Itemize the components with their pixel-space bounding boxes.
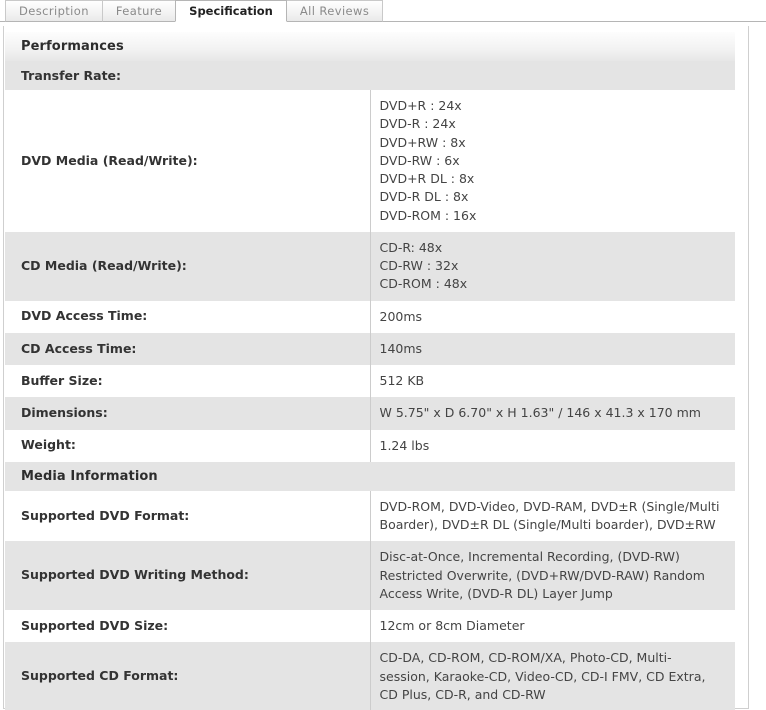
tab-specification[interactable]: Specification bbox=[175, 0, 287, 22]
spec-row: CD Access Time: 140ms bbox=[5, 332, 735, 365]
spec-label-cd-access-time: CD Access Time: bbox=[5, 332, 371, 365]
spec-label-dvd-access-time: DVD Access Time: bbox=[5, 300, 371, 333]
spec-value-text: DVD-ROM, DVD-Video, DVD-RAM, DVD±R (Sing… bbox=[379, 498, 720, 532]
section-header-row: Performances bbox=[5, 32, 735, 61]
spec-value-supported-dvd-writing-method: Disc-at-Once, Incremental Recording, (DV… bbox=[370, 541, 735, 610]
spec-label-dvd-media-read-write: DVD Media (Read/Write): bbox=[5, 90, 371, 232]
spec-label-cd-media-read-write: CD Media (Read/Write): bbox=[5, 231, 371, 301]
spec-value-dvd-media-read-write: DVD+R : 24x DVD-R : 24x DVD+RW : 8x DVD-… bbox=[370, 90, 735, 232]
spec-label-buffer-size: Buffer Size: bbox=[5, 365, 371, 398]
spec-value-text: 200ms bbox=[379, 308, 423, 324]
spec-row: Buffer Size: 512 KB bbox=[5, 365, 735, 398]
spec-value-text: W 5.75" x D 6.70" x H 1.63" / 146 x 41.3… bbox=[379, 405, 701, 421]
spec-value-text: Disc-at-Once, Incremental Recording, (DV… bbox=[379, 549, 705, 601]
spec-value-text: 512 KB bbox=[379, 373, 425, 388]
spec-value-cd-access-time: 140ms bbox=[370, 332, 735, 365]
product-tabs: Description Feature Specification All Revie… bbox=[0, 0, 766, 22]
spec-row: CD Media (Read/Write): CD-R: 48x CD-RW : … bbox=[5, 231, 735, 301]
spec-value-text: DVD+R : 24x DVD-R : 24x DVD+RW : 8x DVD-… bbox=[379, 98, 477, 223]
specification-panel-body: Performances Transfer Rate: DVD Media (Rea… bbox=[4, 26, 748, 710]
spec-value-text: 140ms bbox=[379, 340, 423, 356]
spec-label-supported-dvd-format: Supported DVD Format: bbox=[5, 490, 371, 542]
spec-label-weight: Weight: bbox=[5, 429, 371, 462]
spec-label-supported-dvd-size: Supported DVD Size: bbox=[5, 610, 371, 643]
spec-value-supported-dvd-size: 12cm or 8cm Diameter bbox=[370, 610, 735, 643]
spec-value-text: 12cm or 8cm Diameter bbox=[379, 618, 525, 633]
spec-value-supported-cd-format: CD-DA, CD-ROM, CD-ROM/XA, Photo-CD, Mult… bbox=[370, 642, 735, 710]
section-title-performances: Performances bbox=[5, 32, 735, 61]
spec-row: Supported DVD Size: 12cm or 8cm Diameter bbox=[5, 610, 735, 643]
tab-feature[interactable]: Feature bbox=[101, 0, 177, 22]
spec-value-text: CD-DA, CD-ROM, CD-ROM/XA, Photo-CD, Mult… bbox=[379, 650, 706, 702]
specification-panel: Performances Transfer Rate: DVD Media (Rea… bbox=[3, 26, 749, 710]
spec-value-buffer-size: 512 KB bbox=[370, 365, 735, 398]
spec-row: Dimensions: W 5.75" x D 6.70" x H 1.63" /… bbox=[5, 397, 735, 430]
spec-row: Weight: 1.24 lbs bbox=[5, 429, 735, 462]
spec-row: Supported DVD Writing Method: Disc-at-Onc… bbox=[5, 541, 735, 610]
section-header-row: Media Information bbox=[5, 461, 735, 491]
section-title-media-information: Media Information bbox=[5, 461, 735, 491]
spec-label-supported-cd-format: Supported CD Format: bbox=[5, 642, 371, 710]
spec-row: Supported DVD Format: DVD-ROM, DVD-Video,… bbox=[5, 490, 735, 542]
spec-value-text: 1.24 lbs bbox=[379, 437, 430, 453]
spec-row: Supported CD Format: CD-DA, CD-ROM, CD-RO… bbox=[5, 642, 735, 710]
subsection-title-transfer-rate: Transfer Rate: bbox=[5, 61, 735, 90]
tab-description[interactable]: Description bbox=[5, 0, 103, 22]
specification-table: Performances Transfer Rate: DVD Media (Rea… bbox=[5, 32, 735, 710]
spec-row: DVD Media (Read/Write): DVD+R : 24x DVD-R… bbox=[5, 90, 735, 232]
spec-value-supported-dvd-format: DVD-ROM, DVD-Video, DVD-RAM, DVD±R (Sing… bbox=[370, 490, 735, 542]
spec-row: DVD Access Time: 200ms bbox=[5, 300, 735, 333]
spec-value-dimensions: W 5.75" x D 6.70" x H 1.63" / 146 x 41.3… bbox=[370, 397, 735, 430]
tab-all-reviews[interactable]: All Reviews bbox=[285, 0, 384, 22]
spec-label-dimensions: Dimensions: bbox=[5, 397, 371, 430]
spec-value-weight: 1.24 lbs bbox=[370, 429, 735, 462]
spec-value-cd-media-read-write: CD-R: 48x CD-RW : 32x CD-ROM : 48x bbox=[370, 231, 735, 301]
spec-value-dvd-access-time: 200ms bbox=[370, 300, 735, 333]
subsection-header-row: Transfer Rate: bbox=[5, 61, 735, 90]
spec-value-text: CD-R: 48x CD-RW : 32x CD-ROM : 48x bbox=[379, 239, 468, 292]
spec-label-supported-dvd-writing-method: Supported DVD Writing Method: bbox=[5, 541, 371, 610]
